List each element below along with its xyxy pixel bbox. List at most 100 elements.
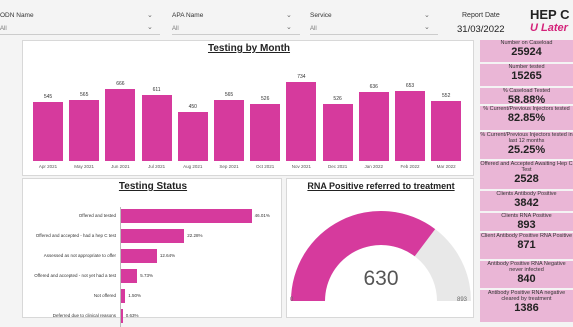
kpi-card: Antibody Positive RNA Negative never inf… xyxy=(480,261,573,288)
filter-service-value: All xyxy=(310,26,317,32)
month-bar xyxy=(431,101,462,161)
kpi-card: Clients Antibody Positive 3842 xyxy=(480,191,573,211)
status-bar-chart: Offered and tested 46.01% Offered and acce… xyxy=(23,179,283,327)
status-bar xyxy=(121,269,138,283)
chevron-down-icon[interactable]: ⌄ xyxy=(424,11,430,19)
month-x-label: Sep 2021 xyxy=(219,164,239,169)
status-bar xyxy=(121,209,252,223)
status-value-label: 1.50% xyxy=(128,293,142,298)
report-date-label: Report Date xyxy=(462,12,500,19)
month-bar xyxy=(322,104,353,161)
kpi-label: Antibody Positive RNA Negative never inf… xyxy=(487,261,566,273)
month-bar-value-label: 636 xyxy=(369,84,378,91)
chevron-down-icon[interactable]: ⌄ xyxy=(286,23,292,31)
filter-apa-underline xyxy=(172,34,300,35)
month-x-label: Jun 2021 xyxy=(111,164,130,169)
month-x-label: Feb 2022 xyxy=(400,164,420,169)
month-bar-value-label: 734 xyxy=(297,73,306,80)
month-x-label: May 2021 xyxy=(74,164,95,169)
kpi-card: Antibody Positive RNA negative cleared b… xyxy=(480,290,573,322)
kpi-card: Clients RNA Positive 893 xyxy=(480,213,573,231)
status-value-label: 5.73% xyxy=(140,273,154,278)
kpi-label: % Current/Previous Injectors tested in l… xyxy=(480,132,573,144)
status-category-label: Deferred due to clinical reasons xyxy=(52,313,116,318)
kpi-card: % Current/Previous Injectors tested in l… xyxy=(480,132,573,159)
month-bar-value-label: 552 xyxy=(442,93,451,100)
chevron-down-icon[interactable]: ⌄ xyxy=(286,11,292,19)
month-bar xyxy=(177,112,208,161)
kpi-value: 871 xyxy=(517,239,536,251)
filter-apa[interactable]: APA Name ⌄ All ⌄ xyxy=(172,12,300,36)
kpi-card: Number tested 15265 xyxy=(480,64,573,86)
rna-gauge-panel: RNA Positive referred to treatment 630 0… xyxy=(286,178,474,318)
filter-odn[interactable]: ODN Name ⌄ All ⌄ xyxy=(0,12,160,36)
status-bar xyxy=(121,309,123,323)
filter-service-label: Service xyxy=(310,12,332,19)
month-bar-value-label: 666 xyxy=(116,81,125,88)
kpi-card: % Current/Previous Injectors tested 82.85… xyxy=(480,106,573,130)
gauge-value: 630 xyxy=(363,267,399,290)
status-value-label: 22.28% xyxy=(187,233,203,238)
month-bar-chart: 545 Apr 2021 565 May 2021 666 Jun 2021 611 Jul … xyxy=(23,41,475,177)
status-value-label: 0.63% xyxy=(125,313,139,318)
logo: HEP C U Later xyxy=(530,8,573,40)
month-bar xyxy=(105,89,136,161)
month-x-label: Aug 2021 xyxy=(183,164,203,169)
month-x-label: Jul 2021 xyxy=(148,164,166,169)
month-bar xyxy=(358,92,389,161)
month-bar-value-label: 526 xyxy=(261,96,270,103)
month-bar-value-label: 545 xyxy=(43,94,53,101)
month-bar-value-label: 565 xyxy=(224,92,234,99)
chevron-down-icon[interactable]: ⌄ xyxy=(147,11,153,19)
status-value-label: 46.01% xyxy=(254,213,270,218)
status-category-label: Offered and accepted - had a hep C test xyxy=(35,233,116,238)
month-x-label: Dec 2021 xyxy=(327,164,348,169)
month-bar xyxy=(69,100,100,161)
logo-line2: U Later xyxy=(530,22,568,34)
status-category-label: Not offered xyxy=(93,293,116,298)
status-category-label: Assessed as not appropriate to offer xyxy=(43,253,116,258)
kpi-value: 82.85% xyxy=(507,112,546,124)
kpi-value: 25924 xyxy=(511,46,542,58)
month-bar xyxy=(214,100,244,161)
kpi-card: Offered and Accepted Awaiting Hep C Test… xyxy=(480,161,573,189)
month-x-label: Apr 2021 xyxy=(38,164,58,169)
kpi-value: 3842 xyxy=(514,197,539,209)
kpi-card: % Caseload Tested 58.88% xyxy=(480,88,573,104)
filter-apa-label: APA Name xyxy=(172,12,204,19)
report-date-value: 31/03/2022 xyxy=(457,24,505,35)
month-bar xyxy=(286,81,317,161)
gauge-max-label: 893 xyxy=(457,297,468,303)
logo-line1: HEP C xyxy=(530,8,570,22)
filter-odn-underline xyxy=(0,34,160,35)
month-bar xyxy=(250,104,281,161)
month-bar-value-label: 565 xyxy=(80,92,89,99)
month-bar xyxy=(33,102,63,161)
status-bar xyxy=(121,289,126,303)
month-x-label: Oct 2021 xyxy=(256,164,275,169)
kpi-label: Offered and Accepted Awaiting Hep C Test xyxy=(480,161,573,173)
kpi-card: Number on Caseload 25924 xyxy=(480,40,573,62)
month-bar xyxy=(395,90,425,161)
filter-service[interactable]: Service ⌄ All ⌄ xyxy=(310,12,438,36)
kpi-value: 893 xyxy=(517,219,536,231)
kpi-value: 840 xyxy=(517,273,536,285)
status-value-label: 12.64% xyxy=(159,253,176,258)
status-category-label: Offered and accepted - not yet had a tes… xyxy=(34,273,116,278)
status-category-label: Offered and tested xyxy=(78,213,116,218)
kpi-value: 2528 xyxy=(514,173,539,185)
kpi-label: Antibody Positive RNA negative cleared b… xyxy=(487,290,566,302)
filter-odn-value: All xyxy=(0,26,7,32)
testing-by-month-panel: Testing by Month 545 Apr 2021 565 May 2021 6… xyxy=(22,40,474,176)
chevron-down-icon[interactable]: ⌄ xyxy=(147,23,153,31)
chevron-down-icon[interactable]: ⌄ xyxy=(424,23,430,31)
month-bar-value-label: 450 xyxy=(188,104,197,111)
testing-status-panel: Testing Status Offered and tested 46.01% O… xyxy=(22,178,283,327)
month-bar-value-label: 611 xyxy=(152,87,161,94)
filter-apa-value: All xyxy=(172,26,179,32)
filter-service-underline xyxy=(310,34,438,35)
kpi-value: 1386 xyxy=(514,302,539,314)
kpi-value: 15265 xyxy=(511,70,542,82)
filter-odn-label: ODN Name xyxy=(0,12,34,19)
month-bar-value-label: 526 xyxy=(333,96,342,103)
